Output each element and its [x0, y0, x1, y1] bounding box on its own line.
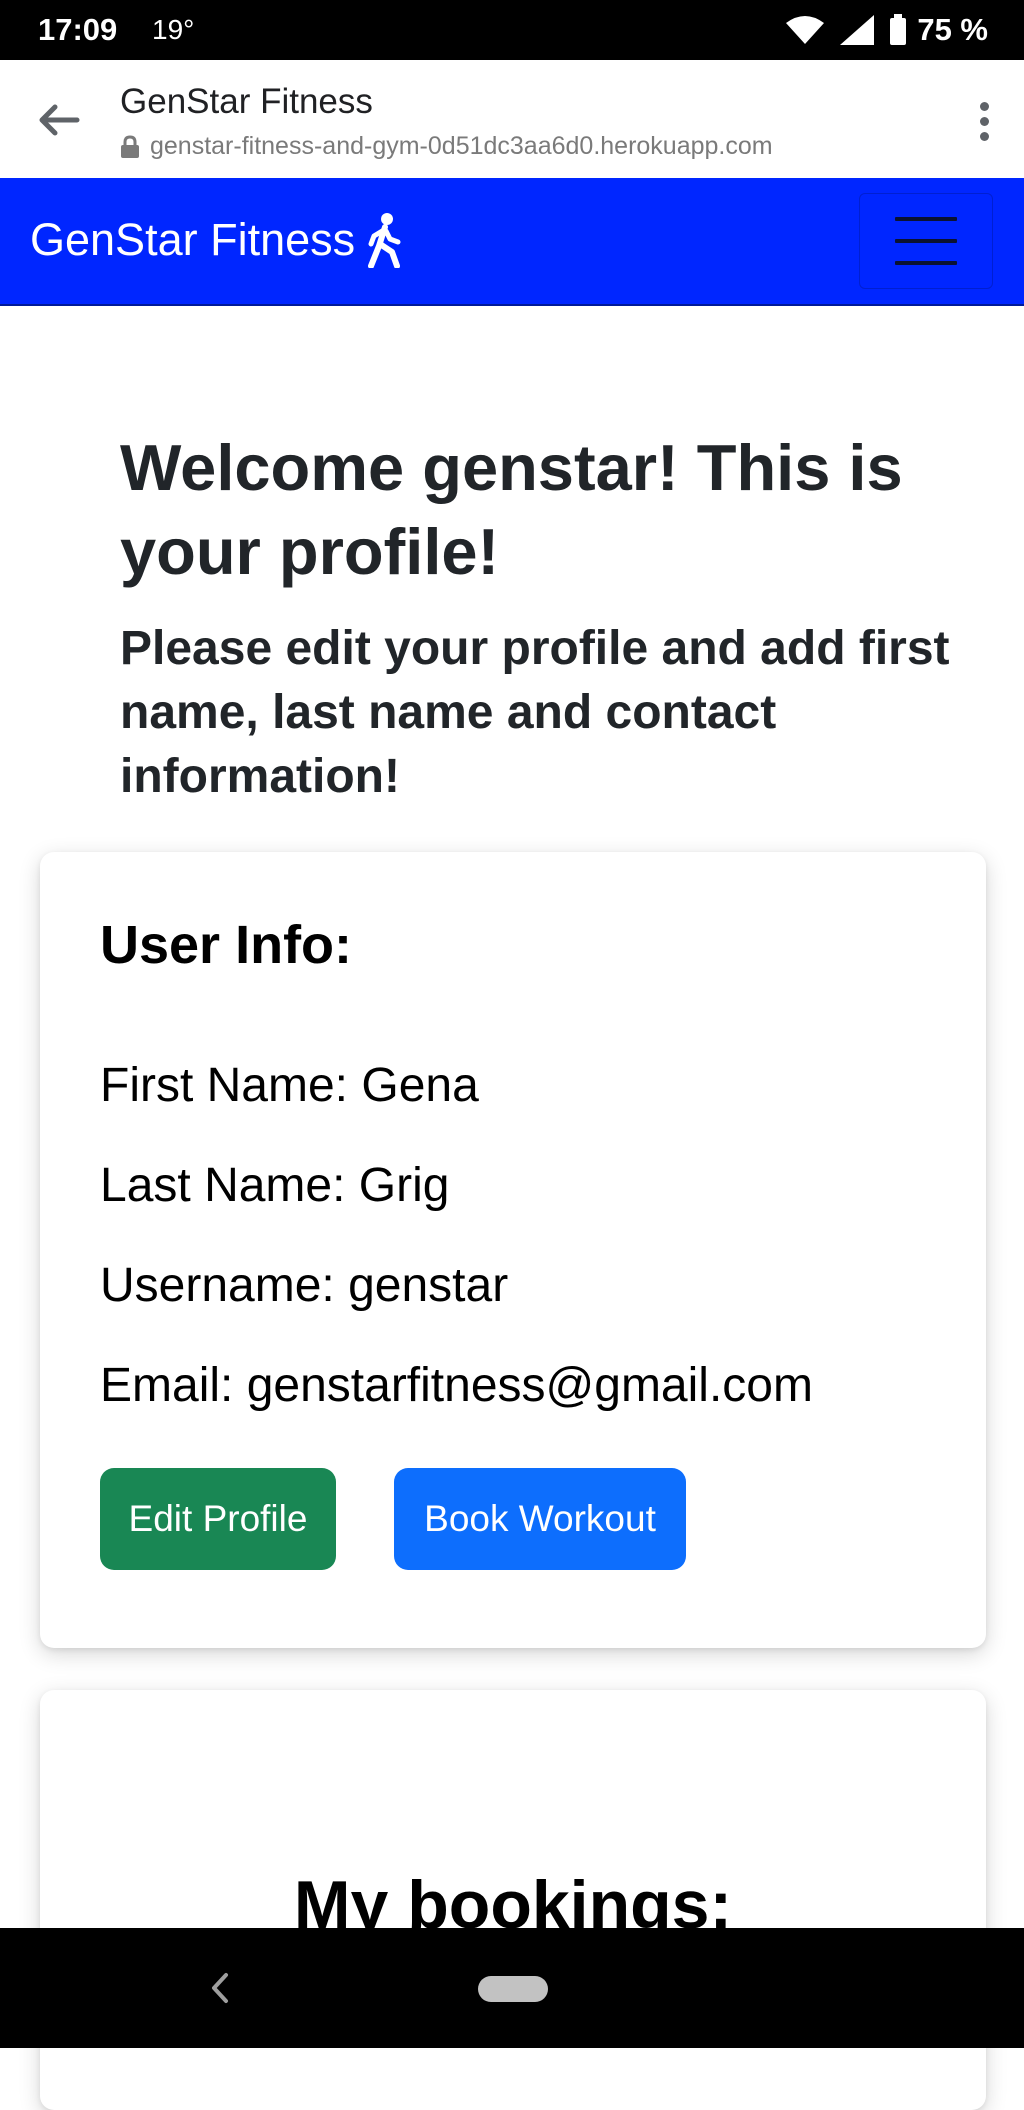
email-text: Email: genstarfitness@gmail.com — [100, 1359, 813, 1412]
page-title: Welcome genstar! This is your profile! — [120, 431, 903, 588]
wifi-icon — [786, 16, 825, 44]
arrow-left-icon — [39, 104, 80, 136]
site-navbar: GenStar Fitness — [0, 178, 1024, 306]
status-temperature: 19° — [152, 14, 195, 45]
navbar-brand[interactable]: GenStar Fitness — [30, 212, 405, 268]
brand-name: GenStar Fitness — [30, 214, 356, 265]
username-text: Username: genstar — [100, 1259, 509, 1312]
system-home-pill[interactable] — [478, 1976, 548, 2002]
first-name-text: First Name: Gena — [100, 1059, 479, 1112]
user-info-card: User Info: First Name: Gena Last Name: G… — [40, 852, 986, 1648]
status-bar: 17:09 19° 75 % — [0, 0, 1024, 60]
system-back-icon[interactable] — [208, 1971, 232, 2005]
edit-profile-button[interactable]: Edit Profile — [100, 1468, 336, 1570]
browser-url-row[interactable]: genstar-fitness-and-gym-0d51dc3aa6d0.her… — [120, 132, 773, 161]
status-indicators: 75 % — [785, 10, 988, 50]
browser-back-button[interactable] — [36, 98, 82, 142]
system-navigation-bar — [0, 1928, 1024, 2048]
browser-url: genstar-fitness-and-gym-0d51dc3aa6d0.her… — [150, 132, 773, 160]
more-vert-icon — [979, 101, 989, 111]
navbar-toggle-button[interactable] — [859, 193, 993, 289]
page-subtitle: Please edit your profile and add first n… — [120, 622, 950, 803]
browser-toolbar: GenStar Fitness genstar-fitness-and-gym-… — [0, 60, 1024, 178]
user-info-heading: User Info: — [100, 915, 353, 975]
lock-icon — [121, 134, 139, 158]
browser-page-title: GenStar Fitness — [120, 82, 373, 121]
last-name-text: Last Name: Grig — [100, 1159, 450, 1212]
battery-percentage: 75 % — [917, 12, 988, 47]
signal-icon — [840, 15, 875, 45]
battery-icon — [890, 14, 907, 45]
person-walking-icon — [368, 213, 401, 268]
book-workout-button[interactable]: Book Workout — [394, 1468, 686, 1570]
status-time: 17:09 — [38, 12, 118, 47]
browser-menu-button[interactable] — [966, 94, 1002, 148]
hamburger-menu-icon — [895, 217, 957, 221]
